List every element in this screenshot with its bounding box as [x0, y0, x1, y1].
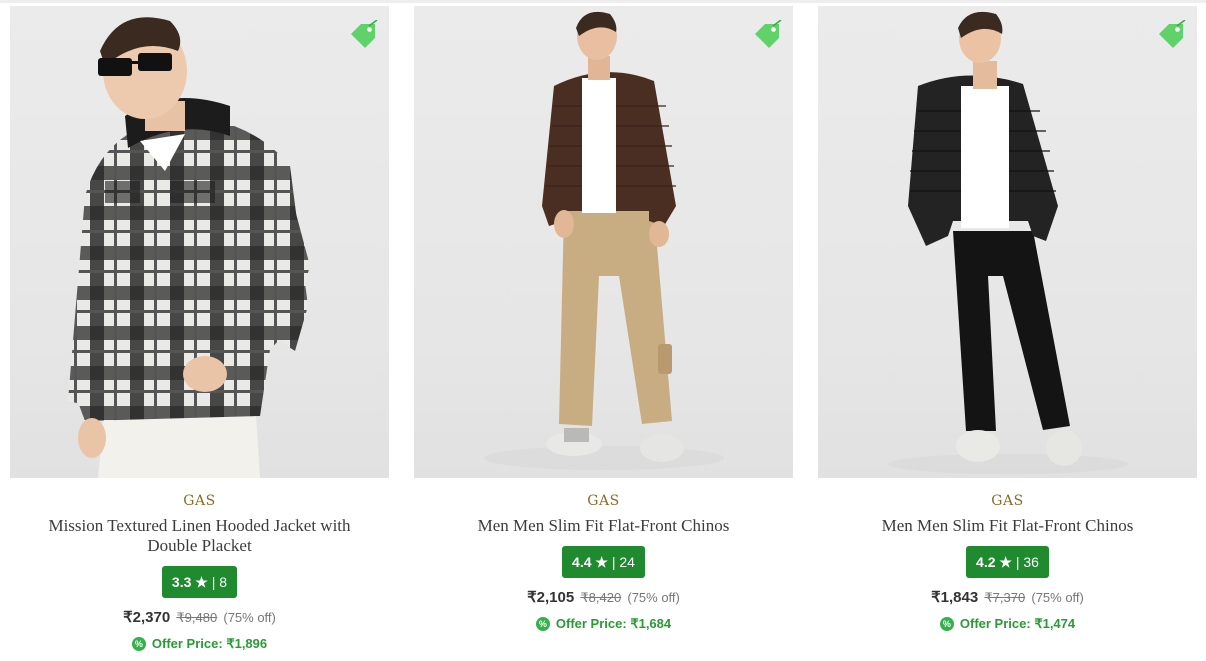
- price-tag-icon[interactable]: [347, 20, 379, 52]
- product-image[interactable]: [10, 6, 389, 478]
- rating-value: 4.4: [572, 554, 592, 570]
- original-price: ₹9,480: [176, 610, 218, 625]
- product-brand: GAS: [587, 493, 620, 509]
- product-title[interactable]: Mission Textured Linen Hooded Jacket wit…: [10, 516, 389, 556]
- percent-badge-icon: %: [535, 617, 550, 631]
- star-icon: ★: [999, 554, 1012, 570]
- product-info: GAS Men Men Slim Fit Flat-Front Chinos 4…: [818, 492, 1197, 632]
- offer-price: ₹1,896: [226, 636, 268, 651]
- original-price: ₹7,370: [984, 590, 1026, 605]
- price-tag-icon[interactable]: [751, 20, 783, 52]
- product-title[interactable]: Men Men Slim Fit Flat-Front Chinos: [414, 516, 793, 536]
- star-icon: ★: [195, 574, 208, 590]
- selling-price: ₹2,105: [527, 589, 575, 606]
- product-card[interactable]: GAS Men Men Slim Fit Flat-Front Chinos 4…: [818, 6, 1197, 661]
- top-divider: [0, 0, 1206, 3]
- offer-price-row: % Offer Price: ₹1,474: [818, 616, 1197, 632]
- offer-price-row: % Offer Price: ₹1,684: [414, 616, 793, 632]
- product-image[interactable]: [818, 6, 1197, 478]
- product-info: GAS Mission Textured Linen Hooded Jacket…: [10, 492, 389, 652]
- product-image[interactable]: [414, 6, 793, 478]
- product-title[interactable]: Men Men Slim Fit Flat-Front Chinos: [818, 516, 1197, 536]
- rating-separator: |: [211, 574, 216, 590]
- percent-badge-icon: %: [939, 617, 954, 631]
- product-info: GAS Men Men Slim Fit Flat-Front Chinos 4…: [414, 492, 793, 632]
- offer-label: Offer Price:: [151, 636, 223, 651]
- rating-badge: 4.2 ★ | 36: [966, 546, 1049, 578]
- review-count: 8: [219, 574, 228, 590]
- discount-percent: (75% off): [1031, 590, 1084, 605]
- rating-separator: |: [611, 554, 616, 570]
- discount-percent: (75% off): [627, 590, 680, 605]
- rating-badge: 4.4 ★ | 24: [562, 546, 645, 578]
- offer-price-row: % Offer Price: ₹1,896: [10, 636, 389, 652]
- offer-label: Offer Price:: [959, 616, 1031, 631]
- price-row: ₹2,370 ₹9,480 (75% off): [10, 608, 389, 626]
- review-count: 36: [1023, 554, 1039, 570]
- rating-value: 4.2: [976, 554, 996, 570]
- product-card[interactable]: GAS Mission Textured Linen Hooded Jacket…: [10, 6, 389, 661]
- price-row: ₹2,105 ₹8,420 (75% off): [414, 588, 793, 606]
- product-card[interactable]: GAS Men Men Slim Fit Flat-Front Chinos 4…: [414, 6, 793, 661]
- price-tag-icon[interactable]: [1155, 20, 1187, 52]
- percent-badge-icon: %: [131, 637, 146, 651]
- star-icon: ★: [595, 554, 608, 570]
- product-brand: GAS: [183, 493, 216, 509]
- selling-price: ₹2,370: [123, 609, 171, 626]
- product-brand: GAS: [991, 493, 1024, 509]
- rating-value: 3.3: [171, 574, 192, 590]
- original-price: ₹8,420: [580, 590, 622, 605]
- rating-badge: 3.3 ★ | 8: [161, 566, 238, 598]
- discount-percent: (75% off): [223, 610, 276, 625]
- offer-label: Offer Price:: [555, 616, 627, 631]
- offer-price: ₹1,684: [630, 616, 672, 631]
- selling-price: ₹1,843: [931, 589, 979, 606]
- rating-separator: |: [1015, 554, 1020, 570]
- review-count: 24: [619, 554, 635, 570]
- price-row: ₹1,843 ₹7,370 (75% off): [818, 588, 1197, 606]
- offer-price: ₹1,474: [1034, 616, 1076, 631]
